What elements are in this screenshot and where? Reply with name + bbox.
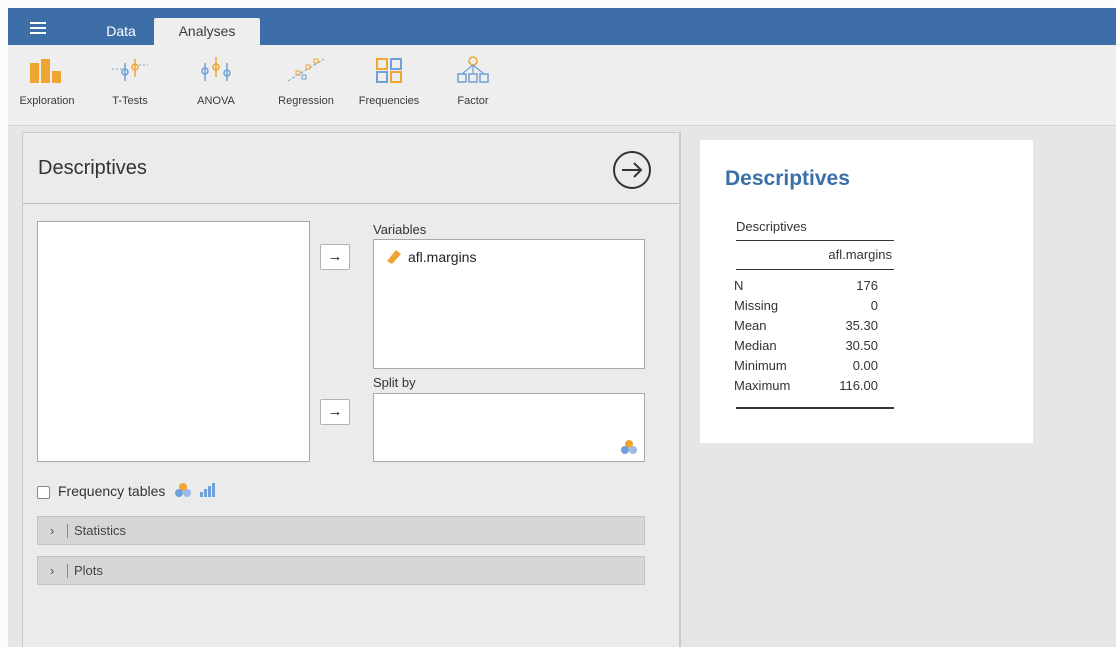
chevron-right-icon: ›: [50, 523, 55, 538]
row-value: 116.00: [839, 378, 878, 393]
table-row: Median 30.50: [734, 338, 878, 358]
table-row: Mean 35.30: [734, 318, 878, 338]
row-value: 0.00: [852, 358, 878, 373]
split-by-label: Split by: [373, 375, 416, 390]
frequency-tables-checkbox[interactable]: [37, 485, 50, 499]
anova-icon: [201, 57, 231, 81]
continuous-variable-icon: [387, 250, 401, 264]
frequency-tables-label: Frequency tables: [58, 483, 166, 499]
table-top-rule: [736, 240, 894, 241]
statistics-section[interactable]: › Statistics: [37, 516, 645, 545]
move-to-split-by-button[interactable]: →: [320, 399, 350, 425]
exploration-icon: [30, 59, 61, 83]
available-variables-list[interactable]: [37, 221, 310, 462]
results-title: Descriptives: [725, 167, 850, 190]
row-label: N: [734, 278, 744, 293]
tab-analyses[interactable]: Analyses: [154, 18, 260, 45]
panel-divider[interactable]: [680, 132, 681, 647]
row-label: Median: [734, 338, 777, 353]
row-value: 35.30: [845, 318, 878, 333]
table-column-header: afl.margins: [828, 247, 892, 262]
results-table-title: Descriptives: [736, 219, 807, 234]
ordinal-variable-icon: [200, 483, 216, 497]
run-arrow-icon[interactable]: [611, 149, 653, 191]
factor-icon: [457, 56, 489, 83]
row-value: 0: [870, 298, 878, 313]
ribbon-label: Exploration: [19, 95, 75, 107]
nominal-variable-icon: [621, 440, 637, 454]
table-row: N 176: [734, 278, 878, 298]
variable-name: afl.margins: [408, 249, 477, 265]
options-header: Descriptives: [23, 133, 679, 204]
ribbon-exploration-button[interactable]: Exploration: [16, 47, 78, 121]
plots-section[interactable]: › Plots: [37, 556, 645, 585]
move-to-variables-button[interactable]: →: [320, 244, 350, 270]
ribbon-factor-button[interactable]: Factor: [448, 47, 498, 121]
table-row: Missing 0: [734, 298, 878, 318]
frequencies-icon: [376, 58, 402, 83]
tab-data[interactable]: Data: [91, 18, 151, 45]
ribbon-label: T-Tests: [112, 95, 148, 107]
row-label: Missing: [734, 298, 779, 313]
options-panel: Descriptives → Variables afl.margins → S…: [22, 132, 680, 647]
row-label: Mean: [734, 318, 767, 333]
ribbon-t-tests-button[interactable]: T-Tests: [100, 47, 160, 121]
ribbon-label: Factor: [457, 95, 489, 107]
options-title: Descriptives: [38, 157, 147, 179]
separator: [67, 524, 68, 538]
menu-icon[interactable]: [30, 22, 46, 34]
list-item[interactable]: afl.margins: [384, 248, 476, 265]
ribbon-label: Regression: [278, 95, 334, 107]
analyses-ribbon: Exploration T-Tests ANOVA Regression Fre…: [8, 45, 1116, 126]
table-header-rule: [736, 269, 894, 270]
nominal-variable-icon: [175, 483, 192, 497]
variables-label: Variables: [373, 222, 427, 237]
row-label: Minimum: [734, 358, 787, 373]
chevron-right-icon: ›: [50, 563, 55, 578]
ribbon-anova-button[interactable]: ANOVA: [191, 47, 241, 121]
variables-list[interactable]: afl.margins: [373, 239, 645, 369]
table-bottom-rule: [736, 407, 894, 409]
statistics-label: Statistics: [74, 523, 127, 538]
t-tests-icon: [112, 59, 148, 81]
top-bar: Data Analyses: [8, 8, 1116, 45]
regression-icon: [287, 58, 325, 82]
separator: [67, 564, 68, 578]
frequency-tables-row[interactable]: Frequency tables: [37, 482, 216, 499]
ribbon-label: ANOVA: [197, 95, 235, 107]
table-row: Minimum 0.00: [734, 358, 878, 378]
plots-label: Plots: [74, 563, 103, 578]
split-by-list[interactable]: [373, 393, 645, 462]
row-value: 176: [856, 278, 878, 293]
ribbon-regression-button[interactable]: Regression: [273, 47, 339, 121]
ribbon-label: Frequencies: [358, 95, 420, 107]
table-row: Maximum 116.00: [734, 378, 878, 398]
ribbon-frequencies-button[interactable]: Frequencies: [354, 47, 424, 121]
results-panel: Descriptives Descriptives afl.margins N …: [700, 140, 1033, 443]
row-label: Maximum: [734, 378, 791, 393]
row-value: 30.50: [845, 338, 878, 353]
